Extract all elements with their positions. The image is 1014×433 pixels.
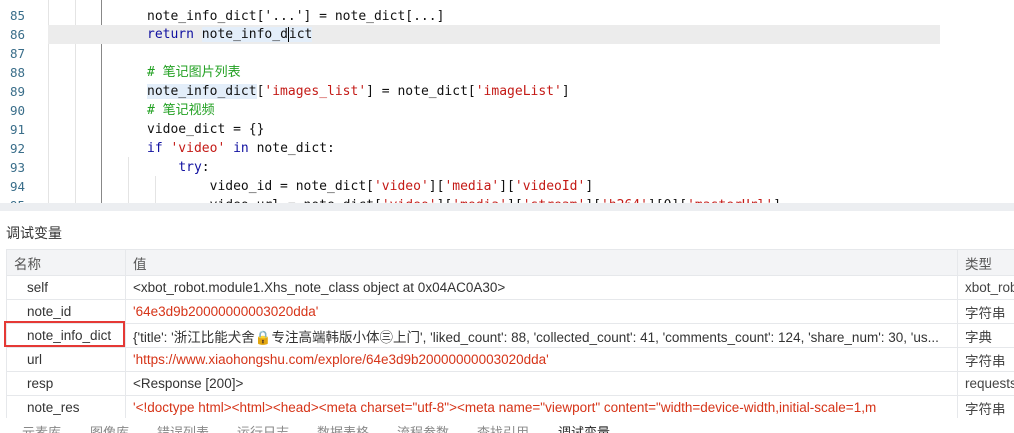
code-line[interactable]: 92 if 'video' in note_dict: xyxy=(0,139,1014,158)
code-text: vidoe_dict = {} xyxy=(147,120,264,139)
variable-type: 字符串 xyxy=(957,299,1014,324)
variable-type: requests.models.Response xyxy=(957,371,1014,396)
tab-6[interactable]: 流程参数 xyxy=(397,422,449,433)
variable-value: '<!doctype html><html><head><meta charse… xyxy=(125,395,958,420)
variable-row[interactable]: note_id '64e3d9b20000000003020dda' 字符串 xyxy=(6,299,1014,324)
variable-type: 字符串 xyxy=(957,395,1014,420)
line-number: 95 xyxy=(10,196,25,203)
code-token: note_info_dict xyxy=(147,84,257,99)
code-token: : xyxy=(201,160,210,175)
code-token: # 笔记图片列表 xyxy=(147,65,241,80)
line-number: 89 xyxy=(10,84,26,99)
code-token: if xyxy=(147,141,163,156)
bottom-tab-bar: 元素库 图像库 错误列表 运行日志 数据表格 流程参数 查找引用 调试变量 xyxy=(0,418,1014,433)
column-header-name[interactable]: 名称 xyxy=(6,249,126,276)
code-editor[interactable]: note_info_dict['...'] = note_dict[...] 8… xyxy=(0,0,1014,203)
tab-1[interactable]: 元素库 xyxy=(22,422,61,433)
line-number: 85 xyxy=(10,8,26,23)
code-token: 'videoId' xyxy=(514,179,586,194)
code-line[interactable]: 89 note_info_dict['images_list'] = note_d… xyxy=(0,82,1014,101)
variable-type: xbot_robot.module1.Xhs_note_class xyxy=(957,275,1014,300)
code-token: # 笔记视频 xyxy=(147,103,215,118)
code-token: return xyxy=(147,27,194,42)
variable-name: note_res xyxy=(6,395,126,420)
code-token: in xyxy=(233,141,249,156)
variable-row[interactable]: note_res '<!doctype html><html><head><met… xyxy=(6,395,1014,420)
line-number: 88 xyxy=(10,65,26,80)
column-header-value[interactable]: 值 xyxy=(125,249,958,276)
code-line[interactable]: 91 vidoe_dict = {} xyxy=(0,120,1014,139)
variable-name: resp xyxy=(6,371,126,396)
line-number: 86 xyxy=(10,27,26,42)
code-token: 'media' xyxy=(444,179,500,194)
variable-name: self xyxy=(6,275,126,300)
variable-value: '64e3d9b20000000003020dda' xyxy=(125,299,958,324)
variable-name: url xyxy=(6,347,126,372)
variable-row[interactable]: url'https://www.xiaohongshu.com/explore/… xyxy=(6,347,1014,372)
code-token: ] = note_dict[ xyxy=(366,84,476,99)
code-token: note_dict: xyxy=(248,141,335,156)
code-text: # 笔记图片列表 xyxy=(147,63,241,82)
variable-row[interactable]: self <xbot_robot.module1.Xhs_note_class o… xyxy=(6,275,1014,300)
code-line[interactable]: 88 # 笔记图片列表 xyxy=(0,63,1014,82)
code-text: note_info_dict['images_list'] = note_dic… xyxy=(147,82,570,101)
code-token: 'imageList' xyxy=(475,84,562,99)
code-text: video_url = note_dict['video']['media'][… xyxy=(147,196,781,203)
code-token: 'video' xyxy=(170,141,226,156)
code-line[interactable]: 94 video_id = note_dict['video']['media'… xyxy=(0,177,1014,196)
code-text: # 笔记视频 xyxy=(147,101,215,120)
code-line[interactable]: 95 video_url = note_dict['video']['media… xyxy=(0,196,1014,203)
code-line[interactable]: 87 xyxy=(0,44,1014,63)
tab-4[interactable]: 运行日志 xyxy=(237,422,289,433)
tab-5[interactable]: 数据表格 xyxy=(317,422,369,433)
tab-2[interactable]: 图像库 xyxy=(90,422,129,433)
code-token: note_info_dict xyxy=(201,27,313,42)
line-number: 91 xyxy=(10,122,26,137)
panel-splitter[interactable] xyxy=(0,203,1014,211)
variable-type: 字典 xyxy=(957,323,1014,348)
line-number: 87 xyxy=(10,46,26,61)
line-number: 92 xyxy=(10,141,26,156)
text-caret xyxy=(287,27,289,42)
highlight-annotation-box xyxy=(4,321,125,347)
code-token: ][ xyxy=(428,179,445,194)
code-token: try xyxy=(178,160,202,175)
variable-value: <xbot_robot.module1.Xhs_note_class objec… xyxy=(125,275,958,300)
variable-row[interactable]: resp<Response [200]>requests.models.Resp… xyxy=(6,371,1014,396)
variable-type: 字符串 xyxy=(957,347,1014,372)
code-token: 'video' xyxy=(373,179,429,194)
line-number: 94 xyxy=(10,179,26,194)
variable-name: note_id xyxy=(6,299,126,324)
code-text: video_id = note_dict['video']['media']['… xyxy=(147,177,594,196)
code-line[interactable]: 86 return note_info_dict xyxy=(0,25,1014,44)
variables-table: 名称 值 类型 self <xbot_robot.module1.Xhs_note… xyxy=(6,249,1014,420)
column-header-type[interactable]: 类型 xyxy=(957,249,1014,276)
code-token: ][ xyxy=(499,179,515,194)
debug-variables-title: 调试变量 xyxy=(6,225,62,241)
tab-8[interactable]: 调试变量 xyxy=(558,422,610,433)
code-token: vidoe_dict = {} xyxy=(147,122,265,137)
variable-row[interactable]: note_info_dict {'title': '浙江比能犬舍🔒专注高端韩版小体… xyxy=(6,323,1014,348)
line-number: 93 xyxy=(10,160,26,175)
variable-value: <Response [200]> xyxy=(125,371,958,396)
code-text: try: xyxy=(147,158,210,177)
variable-value: 'https://www.xiaohongshu.com/explore/64e… xyxy=(125,347,958,372)
tab-3[interactable]: 错误列表 xyxy=(157,422,209,433)
code-token: ] xyxy=(585,179,594,194)
code-token: video_id = note_dict[ xyxy=(147,179,374,194)
code-text: return note_info_dict xyxy=(147,25,313,44)
code-line[interactable]: 93 try: xyxy=(0,158,1014,177)
code-token: ] xyxy=(561,84,570,99)
code-text: if 'video' in note_dict: xyxy=(147,139,335,158)
variable-value: {'title': '浙江比能犬舍🔒专注高端韩版小体㊂上门', 'liked_c… xyxy=(125,323,958,348)
tab-7[interactable]: 查找引用 xyxy=(477,422,529,433)
code-token: 'images_list' xyxy=(264,84,367,99)
code-line[interactable]: 85 xyxy=(0,6,1014,25)
line-number: 90 xyxy=(10,103,26,118)
code-line[interactable]: 90 # 笔记视频 xyxy=(0,101,1014,120)
